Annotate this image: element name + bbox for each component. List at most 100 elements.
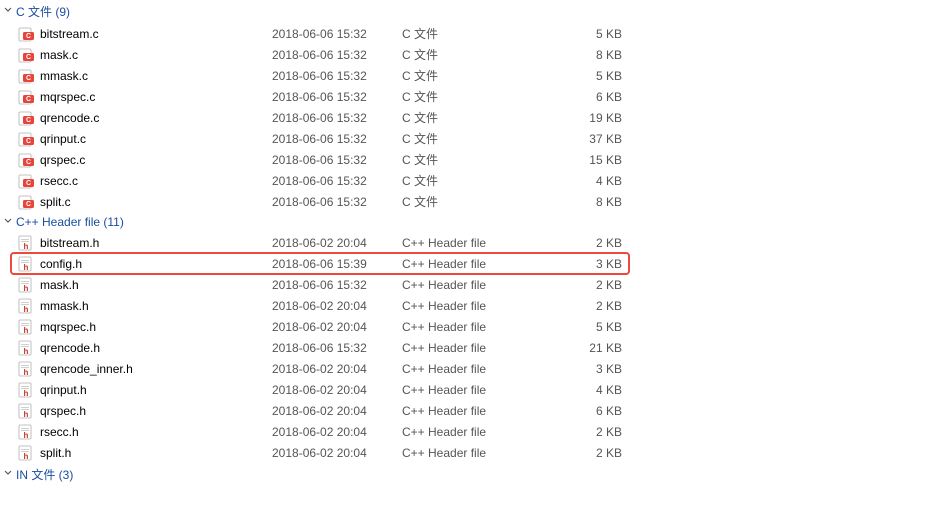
chevron-down-icon xyxy=(2,468,14,481)
c-file-icon: C xyxy=(18,68,34,84)
file-name: mqrspec.c xyxy=(40,90,95,104)
file-type: C++ Header file xyxy=(402,278,572,292)
group-header[interactable]: C++ Header file (11) xyxy=(0,212,939,232)
file-date: 2018-06-06 15:32 xyxy=(272,90,402,104)
svg-text:C: C xyxy=(26,75,31,82)
file-row[interactable]: hqrinput.h2018-06-02 20:04C++ Header fil… xyxy=(0,379,939,400)
file-type: C 文件 xyxy=(402,67,572,84)
file-name: split.h xyxy=(40,446,71,460)
h-file-icon: h xyxy=(18,445,34,461)
file-date: 2018-06-02 20:04 xyxy=(272,299,402,313)
svg-text:h: h xyxy=(24,431,29,440)
file-row[interactable]: Cmask.c 2018-06-06 15:32C 文件8 KB xyxy=(0,44,939,65)
file-type: C++ Header file xyxy=(402,257,572,271)
file-size: 8 KB xyxy=(572,195,622,209)
file-name: qrencode_inner.h xyxy=(40,362,133,376)
c-file-icon: C xyxy=(18,152,34,168)
svg-text:h: h xyxy=(24,263,29,272)
file-type: C++ Header file xyxy=(402,383,572,397)
file-name: qrspec.c xyxy=(40,153,85,167)
file-date: 2018-06-02 20:04 xyxy=(272,404,402,418)
file-date: 2018-06-06 15:32 xyxy=(272,27,402,41)
file-row[interactable]: hqrencode.h2018-06-06 15:32C++ Header fi… xyxy=(0,337,939,358)
file-size: 4 KB xyxy=(572,383,622,397)
file-row[interactable]: hqrencode_inner.h2018-06-02 20:04C++ Hea… xyxy=(0,358,939,379)
file-row[interactable]: Cqrencode.c2018-06-06 15:32C 文件19 KB xyxy=(0,107,939,128)
file-row[interactable]: hconfig.h2018-06-06 15:39C++ Header file… xyxy=(0,253,939,274)
file-type: C 文件 xyxy=(402,25,572,42)
file-name: config.h xyxy=(40,257,82,271)
file-row[interactable]: hmqrspec.h2018-06-02 20:04C++ Header fil… xyxy=(0,316,939,337)
file-date: 2018-06-02 20:04 xyxy=(272,236,402,250)
file-date: 2018-06-06 15:32 xyxy=(272,48,402,62)
file-row[interactable]: Cmqrspec.c2018-06-06 15:32C 文件6 KB xyxy=(0,86,939,107)
file-row[interactable]: hrsecc.h2018-06-02 20:04C++ Header file2… xyxy=(0,421,939,442)
h-file-icon: h xyxy=(18,403,34,419)
svg-text:h: h xyxy=(24,242,29,251)
h-file-icon: h xyxy=(18,424,34,440)
file-type: C 文件 xyxy=(402,46,572,63)
file-size: 37 KB xyxy=(572,132,622,146)
svg-text:h: h xyxy=(24,452,29,461)
h-file-icon: h xyxy=(18,340,34,356)
c-file-icon: C xyxy=(18,47,34,63)
c-file-icon: C xyxy=(18,26,34,42)
c-file-icon: C xyxy=(18,110,34,126)
file-row[interactable]: hsplit.h2018-06-02 20:04C++ Header file2… xyxy=(0,442,939,463)
file-name: mqrspec.h xyxy=(40,320,96,334)
svg-text:C: C xyxy=(26,201,31,208)
file-name: qrinput.c xyxy=(40,132,86,146)
file-size: 2 KB xyxy=(572,446,622,460)
file-row[interactable]: h bitstream.h 2018-06-02 20:04C++ Header f… xyxy=(0,232,939,253)
file-date: 2018-06-06 15:32 xyxy=(272,174,402,188)
h-file-icon: h xyxy=(18,319,34,335)
file-row[interactable]: hmmask.h2018-06-02 20:04C++ Header file2… xyxy=(0,295,939,316)
svg-text:h: h xyxy=(24,347,29,356)
file-name: mask.c xyxy=(40,48,78,62)
file-size: 2 KB xyxy=(572,278,622,292)
group-header[interactable]: IN 文件 (3) xyxy=(0,463,939,486)
file-name: rsecc.c xyxy=(40,174,78,188)
file-row[interactable]: Cbitstream.c2018-06-06 15:32C 文件5 KB xyxy=(0,23,939,44)
file-name: bitstream.h xyxy=(40,236,99,250)
c-file-icon: C xyxy=(18,173,34,189)
file-type: C++ Header file xyxy=(402,236,572,250)
svg-text:h: h xyxy=(24,389,29,398)
svg-text:h: h xyxy=(24,410,29,419)
file-row[interactable]: Cqrinput.c2018-06-06 15:32C 文件37 KB xyxy=(0,128,939,149)
file-row[interactable]: Cmmask.c2018-06-06 15:32C 文件5 KB xyxy=(0,65,939,86)
h-file-icon: h xyxy=(18,382,34,398)
group-header[interactable]: C 文件 (9) xyxy=(0,0,939,23)
file-type: C++ Header file xyxy=(402,299,572,313)
c-file-icon: C xyxy=(18,194,34,210)
file-size: 8 KB xyxy=(572,48,622,62)
file-row[interactable]: Crsecc.c2018-06-06 15:32C 文件4 KB xyxy=(0,170,939,191)
file-type: C 文件 xyxy=(402,130,572,147)
h-file-icon: h xyxy=(18,298,34,314)
file-name: bitstream.c xyxy=(40,27,99,41)
svg-text:h: h xyxy=(24,284,29,293)
c-file-icon: C xyxy=(18,89,34,105)
svg-text:h: h xyxy=(24,305,29,314)
file-type: C++ Header file xyxy=(402,362,572,376)
file-type: C 文件 xyxy=(402,172,572,189)
file-type: C 文件 xyxy=(402,193,572,210)
file-row[interactable]: Cqrspec.c2018-06-06 15:32C 文件15 KB xyxy=(0,149,939,170)
svg-text:C: C xyxy=(26,159,31,166)
chevron-down-icon xyxy=(2,216,14,229)
svg-text:C: C xyxy=(26,138,31,145)
file-row[interactable]: hqrspec.h2018-06-02 20:04C++ Header file… xyxy=(0,400,939,421)
file-date: 2018-06-02 20:04 xyxy=(272,446,402,460)
file-name: mask.h xyxy=(40,278,79,292)
file-row[interactable]: Csplit.c2018-06-06 15:32C 文件8 KB xyxy=(0,191,939,212)
file-date: 2018-06-06 15:32 xyxy=(272,341,402,355)
svg-text:C: C xyxy=(26,180,31,187)
file-name: split.c xyxy=(40,195,71,209)
file-row[interactable]: hmask.h2018-06-06 15:32C++ Header file2 … xyxy=(0,274,939,295)
svg-text:h: h xyxy=(24,368,29,377)
group-label: C++ Header file (11) xyxy=(16,215,124,229)
file-size: 21 KB xyxy=(572,341,622,355)
file-date: 2018-06-06 15:32 xyxy=(272,69,402,83)
file-type: C++ Header file xyxy=(402,320,572,334)
file-type: C 文件 xyxy=(402,151,572,168)
